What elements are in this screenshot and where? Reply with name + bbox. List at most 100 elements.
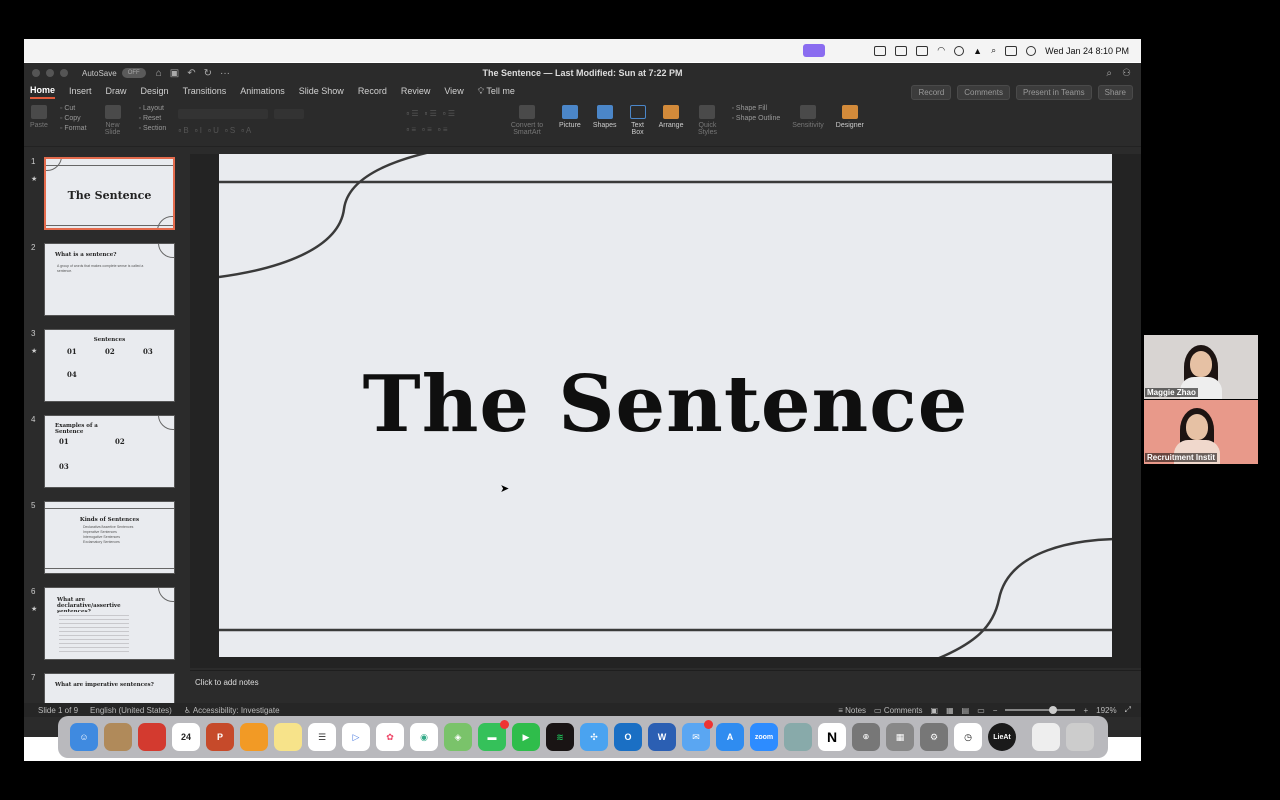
font-size-dropdown[interactable] [274, 109, 305, 119]
quick-styles-button[interactable]: Quick Styles [695, 105, 719, 136]
underline-icon[interactable]: U [208, 126, 219, 135]
home-icon[interactable]: ⌂ [156, 68, 162, 79]
notion-icon[interactable]: N [818, 723, 846, 751]
tab-view[interactable]: View [444, 86, 463, 98]
app-store-icon[interactable]: A [716, 723, 744, 751]
grad-cap-icon[interactable]: ▲ [973, 46, 982, 56]
photo-booth-icon[interactable] [138, 723, 166, 751]
system-settings-icon[interactable]: ⚙︎ [920, 723, 948, 751]
save-icon[interactable]: ▣ [170, 68, 179, 79]
powerpoint-icon[interactable]: P [206, 723, 234, 751]
comments-button[interactable]: Comments [957, 84, 1010, 100]
align-right-icon[interactable]: ≡ [438, 125, 448, 134]
calculator-icon[interactable]: ▦ [886, 723, 914, 751]
finder-icon[interactable]: ☺ [70, 723, 98, 751]
video-tile-2[interactable]: Recruitment Instit [1144, 400, 1258, 464]
screen-share-icon[interactable] [803, 44, 826, 57]
battery-icon[interactable] [916, 45, 929, 56]
share-button[interactable]: Share [1097, 84, 1133, 100]
outlook-icon[interactable]: O [614, 723, 642, 751]
record-icon[interactable] [954, 45, 965, 56]
slide-sorter-icon[interactable]: ▦ [946, 706, 954, 715]
zoom-out-icon[interactable]: − [993, 706, 998, 715]
control-center-icon[interactable] [1005, 45, 1018, 56]
account-icon[interactable]: ⚇ [1122, 68, 1131, 79]
tell-me[interactable]: 💡︎ Tell me [478, 86, 515, 99]
close-window-icon[interactable] [32, 69, 40, 77]
spotify-icon[interactable]: ≋ [546, 723, 574, 751]
tab-slide-show[interactable]: Slide Show [299, 86, 344, 98]
fit-slide-icon[interactable]: ⤢ [1125, 705, 1131, 715]
new-slide-button[interactable]: New Slide [99, 105, 127, 136]
zoom-app-icon[interactable]: zoom [750, 723, 778, 751]
reminders-icon[interactable]: ☰ [308, 723, 336, 751]
lieat-icon[interactable]: LieAt [988, 723, 1016, 751]
search-icon[interactable]: ⌕ [1106, 68, 1112, 79]
layout-button[interactable]: Layout [139, 105, 167, 112]
notes-app-icon[interactable] [274, 723, 302, 751]
paste-button[interactable]: Paste [30, 105, 48, 129]
tab-review[interactable]: Review [401, 86, 431, 98]
convert-smartart-button[interactable]: Convert to SmartArt [507, 105, 547, 136]
text-box-button[interactable]: Text Box [629, 105, 647, 136]
accessibility-checker[interactable]: ♿︎ Accessibility: Investigate [184, 706, 280, 715]
slide-title[interactable]: The Sentence [219, 359, 1112, 450]
arrange-button[interactable]: Arrange [659, 105, 683, 129]
zoom-in-icon[interactable]: + [1083, 706, 1088, 715]
shape-fill-button[interactable]: Shape Fill [731, 105, 780, 112]
language-indicator[interactable]: English (United States) [90, 706, 172, 715]
notes-toggle[interactable]: ≡ Notes [838, 706, 866, 715]
bullets-icon[interactable]: ☰ [406, 109, 418, 118]
notes-pane[interactable]: Click to add notes [190, 670, 1141, 705]
notes-placeholder[interactable]: Click to add notes [195, 678, 259, 687]
search-icon[interactable]: ⌕ [991, 45, 996, 56]
camera-icon[interactable] [874, 45, 887, 56]
zoom-level[interactable]: 192% [1096, 706, 1116, 715]
minimize-window-icon[interactable] [46, 69, 54, 77]
record-button[interactable]: Record [911, 84, 952, 100]
comments-toggle[interactable]: ▭ Comments [874, 706, 922, 715]
align-center-icon[interactable]: ≡ [422, 125, 432, 134]
strikethrough-icon[interactable]: S [225, 126, 235, 135]
normal-view-icon[interactable]: ▣ [931, 706, 939, 715]
trash-icon[interactable] [1066, 723, 1094, 751]
align-left-icon[interactable]: ≡ [406, 125, 416, 134]
shape-outline-button[interactable]: Shape Outline [731, 115, 780, 122]
books-icon[interactable] [240, 723, 268, 751]
tab-animations[interactable]: Animations [240, 86, 285, 98]
redo-icon[interactable]: ↻ [204, 68, 212, 79]
format-painter-button[interactable]: Format [60, 125, 86, 132]
more-icon[interactable]: ··· [220, 68, 230, 79]
screenshot-icon[interactable]: ⌾ [852, 723, 880, 751]
notion-menu-icon[interactable] [895, 45, 908, 56]
video-tile-1[interactable]: Maggie Zhao [1144, 335, 1258, 399]
slide-thumbnail-panel[interactable]: 1 ★ The Sentence 2 What is a sentence? A… [24, 154, 190, 703]
section-button[interactable]: Section [139, 125, 166, 132]
italic-icon[interactable]: I [195, 126, 202, 135]
slideshow-view-icon[interactable]: ▭ [977, 706, 985, 715]
word-icon[interactable]: W [648, 723, 676, 751]
menubar-datetime[interactable]: Wed Jan 24 8:10 PM [1045, 46, 1129, 56]
autosave-toggle[interactable]: OFF [121, 68, 146, 78]
chrome-icon[interactable]: ◉ [410, 723, 438, 751]
photos-icon[interactable]: ✿ [376, 723, 404, 751]
shapes-button[interactable]: Shapes [593, 105, 617, 129]
tab-insert[interactable]: Insert [69, 86, 92, 98]
undo-icon[interactable]: ↶ [187, 68, 195, 79]
tab-design[interactable]: Design [141, 86, 169, 98]
designer-button[interactable]: Designer [836, 105, 864, 129]
font-color-icon[interactable]: A [241, 126, 251, 135]
safari-icon[interactable]: ✣ [580, 723, 608, 751]
downloads-folder-icon[interactable] [1032, 723, 1060, 751]
cut-button[interactable]: Cut [60, 105, 87, 112]
tab-draw[interactable]: Draw [106, 86, 127, 98]
notebook-icon[interactable] [104, 723, 132, 751]
mail-icon[interactable]: ✉ [682, 720, 713, 751]
clock-icon[interactable]: ◷ [954, 723, 982, 751]
present-in-teams-button[interactable]: Present in Teams [1015, 84, 1092, 100]
reset-button[interactable]: Reset [139, 115, 167, 122]
preview-icon[interactable] [784, 723, 812, 751]
copy-button[interactable]: Copy [60, 115, 87, 122]
font-name-dropdown[interactable] [178, 109, 269, 119]
maps-icon[interactable]: ◈ [444, 723, 472, 751]
